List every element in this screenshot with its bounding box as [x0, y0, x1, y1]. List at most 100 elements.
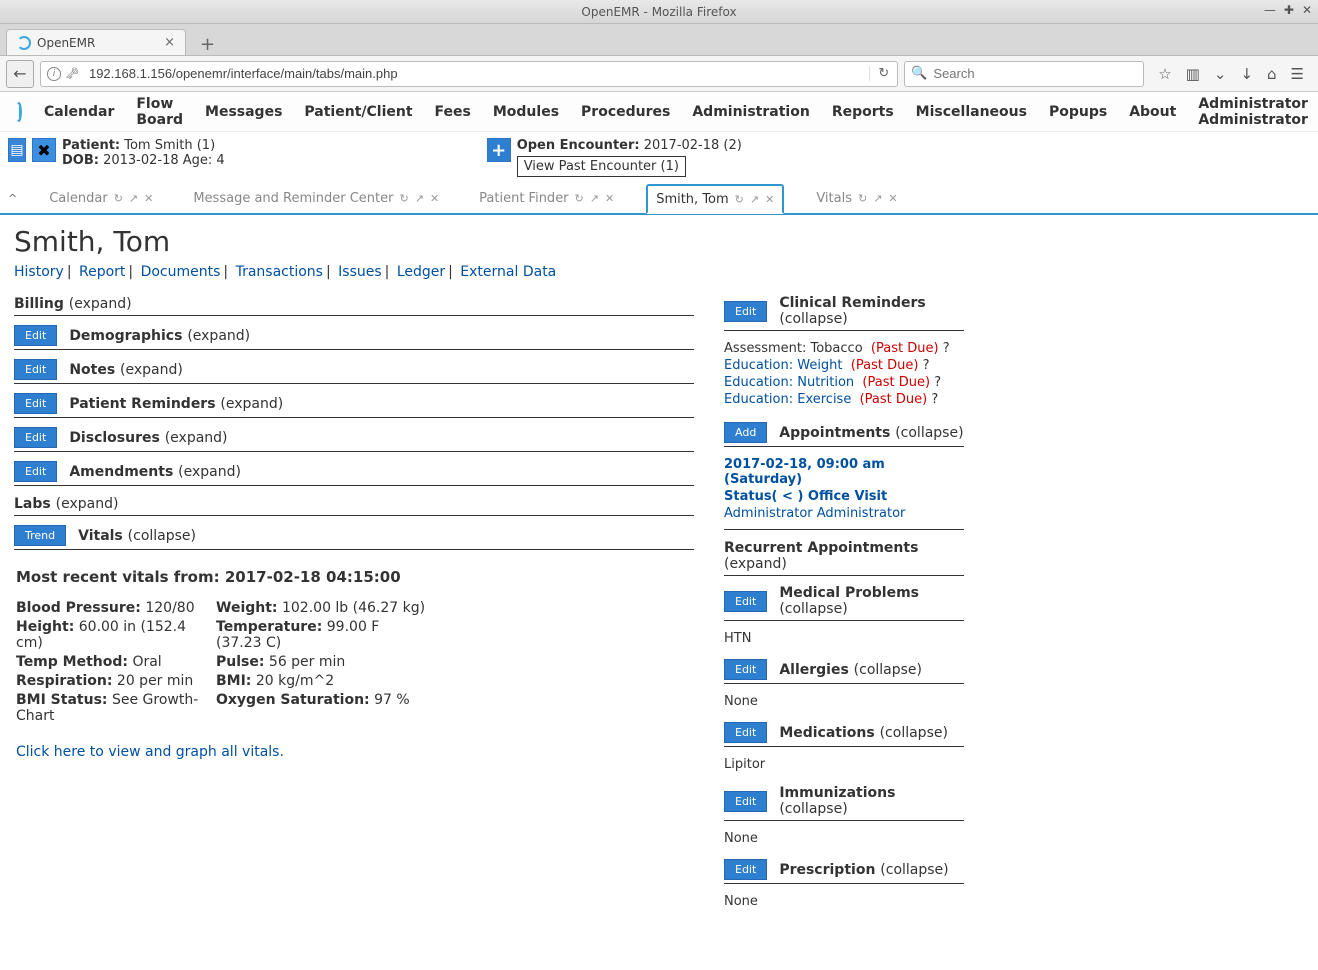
- section-labs[interactable]: Labs (expand): [14, 492, 694, 516]
- sublink-issues[interactable]: Issues: [338, 264, 382, 280]
- sublink-documents[interactable]: Documents: [141, 264, 221, 280]
- reload-icon[interactable]: ↻: [869, 66, 897, 81]
- menu-patient-client[interactable]: Patient/Client: [304, 104, 412, 120]
- edit-demographics-button[interactable]: Edit: [14, 325, 57, 346]
- patient-doc-icon[interactable]: ▤: [8, 138, 26, 162]
- search-input[interactable]: [933, 66, 1137, 81]
- home-icon[interactable]: ⌂: [1267, 65, 1277, 83]
- resp-value: 20 per min: [117, 673, 193, 689]
- window-min-icon[interactable]: —: [1264, 3, 1276, 17]
- appt-date-link[interactable]: 2017-02-18, 09:00 am (Saturday): [724, 457, 885, 487]
- tab-vitals[interactable]: Vitals↻↗✕: [808, 183, 905, 213]
- reminder-help[interactable]: ?: [931, 392, 938, 407]
- tab-popout-icon[interactable]: ↗: [415, 192, 424, 205]
- section-vitals: Trend Vitals (collapse): [14, 522, 694, 550]
- bp-value: 120/80: [145, 600, 194, 616]
- menu-misc[interactable]: Miscellaneous: [916, 104, 1027, 120]
- section-patient-reminders: Edit Patient Reminders (expand): [14, 390, 694, 418]
- pulse-label: Pulse:: [216, 654, 264, 670]
- trend-vitals-button[interactable]: Trend: [14, 525, 66, 546]
- bp-label: Blood Pressure:: [16, 600, 141, 616]
- tab-calendar[interactable]: Calendar↻↗✕: [41, 183, 161, 213]
- window-max-icon[interactable]: ✚: [1284, 3, 1294, 17]
- sublink-transactions[interactable]: Transactions: [236, 264, 323, 280]
- reminder-help[interactable]: ?: [934, 375, 941, 390]
- section-notes: Edit Notes (expand): [14, 356, 694, 384]
- sublink-history[interactable]: History: [14, 264, 64, 280]
- tab-refresh-icon[interactable]: ↻: [114, 192, 123, 205]
- tab-close-icon[interactable]: ✕: [144, 192, 153, 205]
- nav-back-icon[interactable]: ←: [6, 60, 34, 88]
- site-info-icon[interactable]: i🗝: [41, 67, 85, 81]
- section-recurrent-appts[interactable]: Recurrent Appointments (expand): [724, 536, 964, 576]
- view-all-vitals-link[interactable]: Click here to view and graph all vitals.: [16, 744, 692, 760]
- reminder-exercise-link[interactable]: Education: Exercise: [724, 392, 851, 407]
- menu-messages[interactable]: Messages: [205, 104, 282, 120]
- close-tab-icon[interactable]: ×: [164, 35, 175, 50]
- menu-procedures[interactable]: Procedures: [581, 104, 670, 120]
- admin-user-label[interactable]: Administrator Administrator: [1198, 96, 1308, 128]
- url-input[interactable]: [85, 66, 869, 81]
- tab-refresh-icon[interactable]: ↻: [400, 192, 409, 205]
- sublink-external-data[interactable]: External Data: [460, 264, 556, 280]
- tab-patient-finder[interactable]: Patient Finder↻↗✕: [471, 183, 622, 213]
- edit-notes-button[interactable]: Edit: [14, 359, 57, 380]
- reminder-nutrition-link[interactable]: Education: Nutrition: [724, 375, 854, 390]
- tab-popout-icon[interactable]: ↗: [873, 192, 882, 205]
- tab-close-icon[interactable]: ✕: [888, 192, 897, 205]
- pocket-icon[interactable]: ⌄: [1214, 65, 1227, 83]
- encounter-value: 2017-02-18 (2): [644, 138, 742, 153]
- menu-administration[interactable]: Administration: [692, 104, 809, 120]
- appointment-body: 2017-02-18, 09:00 am (Saturday) Status( …: [724, 453, 964, 530]
- edit-problems-button[interactable]: Edit: [724, 591, 767, 612]
- section-medical-problems: Edit Medical Problems (collapse): [724, 582, 964, 621]
- appt-provider-link[interactable]: Administrator Administrator: [724, 506, 905, 521]
- library-icon[interactable]: ▥: [1186, 65, 1200, 83]
- tab-close-icon[interactable]: ✕: [765, 193, 774, 206]
- edit-amendments-button[interactable]: Edit: [14, 461, 57, 482]
- appt-status-link[interactable]: Status( < ) Office Visit: [724, 489, 887, 504]
- tabs-caret-icon[interactable]: ^: [8, 192, 17, 205]
- menu-reports[interactable]: Reports: [832, 104, 894, 120]
- edit-clinical-reminders-button[interactable]: Edit: [724, 301, 767, 322]
- menu-flow-board[interactable]: Flow Board: [136, 96, 183, 128]
- menu-popups[interactable]: Popups: [1049, 104, 1107, 120]
- tab-message-center[interactable]: Message and Reminder Center↻↗✕: [185, 183, 447, 213]
- browser-tab[interactable]: OpenEMR ×: [6, 29, 186, 55]
- section-billing[interactable]: Billing (expand): [14, 292, 694, 316]
- reminder-help[interactable]: ?: [943, 341, 950, 356]
- view-past-encounter-button[interactable]: View Past Encounter (1): [517, 156, 686, 177]
- downloads-icon[interactable]: ↓: [1240, 65, 1253, 83]
- tab-smith-tom[interactable]: Smith, Tom↻↗✕: [646, 184, 784, 214]
- new-tab-icon[interactable]: +: [194, 34, 221, 55]
- tab-popout-icon[interactable]: ↗: [129, 192, 138, 205]
- tab-refresh-icon[interactable]: ↻: [735, 193, 744, 206]
- menu-calendar[interactable]: Calendar: [44, 104, 114, 120]
- edit-immunizations-button[interactable]: Edit: [724, 791, 767, 812]
- reminder-weight-link[interactable]: Education: Weight: [724, 358, 843, 373]
- bookmark-star-icon[interactable]: ☆: [1158, 65, 1171, 83]
- hamburger-menu-icon[interactable]: ☰: [1291, 65, 1304, 83]
- close-patient-icon[interactable]: ✖: [32, 138, 56, 162]
- edit-patient-reminders-button[interactable]: Edit: [14, 393, 57, 414]
- weight-label: Weight:: [216, 600, 278, 616]
- edit-prescription-button[interactable]: Edit: [724, 859, 767, 880]
- sublink-report[interactable]: Report: [79, 264, 125, 280]
- menu-about[interactable]: About: [1129, 104, 1176, 120]
- tab-refresh-icon[interactable]: ↻: [575, 192, 584, 205]
- tab-refresh-icon[interactable]: ↻: [858, 192, 867, 205]
- tab-close-icon[interactable]: ✕: [430, 192, 439, 205]
- add-appointment-button[interactable]: Add: [724, 422, 767, 443]
- reminder-help[interactable]: ?: [923, 358, 930, 373]
- window-close-icon[interactable]: ✕: [1302, 3, 1312, 17]
- tab-popout-icon[interactable]: ↗: [750, 193, 759, 206]
- add-encounter-icon[interactable]: +: [487, 138, 511, 162]
- edit-disclosures-button[interactable]: Edit: [14, 427, 57, 448]
- tab-popout-icon[interactable]: ↗: [590, 192, 599, 205]
- edit-medications-button[interactable]: Edit: [724, 722, 767, 743]
- sublink-ledger[interactable]: Ledger: [397, 264, 445, 280]
- menu-modules[interactable]: Modules: [493, 104, 559, 120]
- edit-allergies-button[interactable]: Edit: [724, 659, 767, 680]
- tab-close-icon[interactable]: ✕: [605, 192, 614, 205]
- menu-fees[interactable]: Fees: [435, 104, 471, 120]
